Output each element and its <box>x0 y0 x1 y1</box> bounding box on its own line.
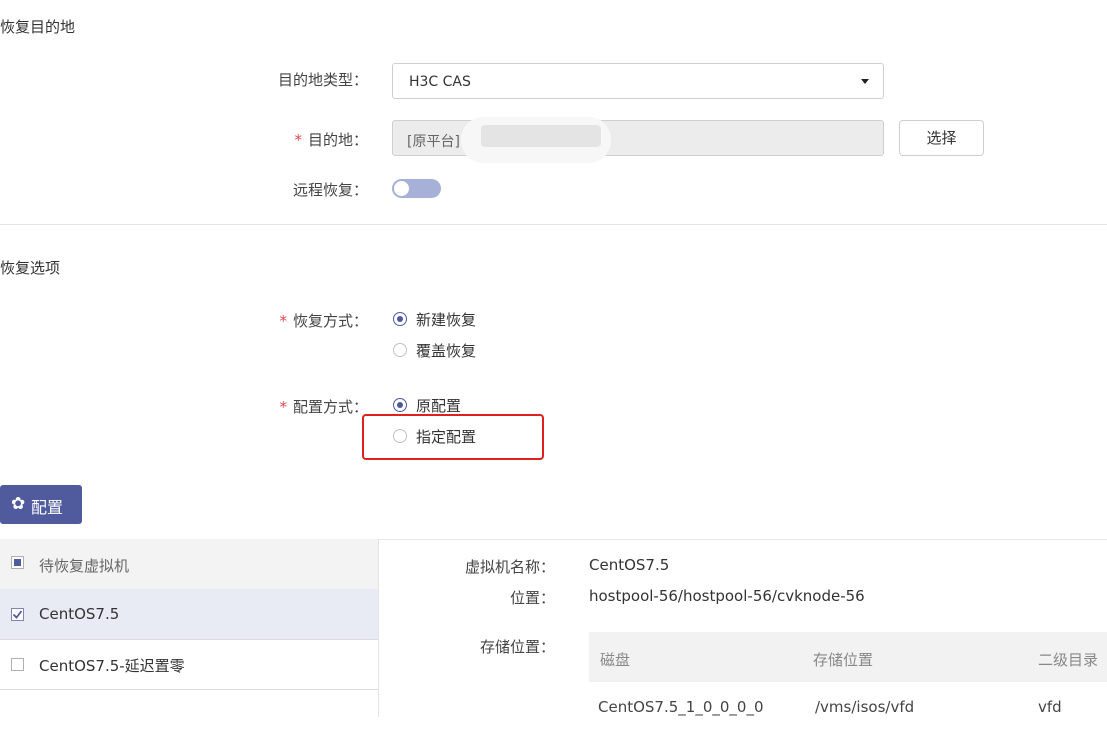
config-button[interactable]: ✿ 配置 <box>0 485 82 524</box>
config-method-label: * 配置方式： <box>279 398 368 416</box>
radio-original-config[interactable] <box>393 398 407 412</box>
highlight-box <box>362 414 544 460</box>
table-cell-storage: /vms/isos/vfd <box>815 698 915 716</box>
storage-location-label: 存储位置： <box>479 638 555 656</box>
dest-type-label: 目的地类型： <box>277 71 368 89</box>
required-mark: * <box>279 312 287 330</box>
dest-field: [原平台] <box>392 117 884 163</box>
row-divider <box>0 639 378 640</box>
vm-name-value: CentOS7.5 <box>589 556 670 574</box>
panel-divider <box>378 539 379 717</box>
table-cell-disk: CentOS7.5_1_0_0_0_0 <box>598 698 764 716</box>
table-cell-subdir: vfd <box>1038 698 1062 716</box>
remote-restore-label: 远程恢复： <box>292 181 368 199</box>
section-title-destination: 恢复目的地 <box>0 18 76 36</box>
vm-item-label[interactable]: CentOS7.5 <box>39 605 119 623</box>
option-original-config[interactable]: 原配置 <box>416 395 461 416</box>
vm-list-header-label: 待恢复虚拟机 <box>39 557 130 575</box>
option-new-restore[interactable]: 新建恢复 <box>416 309 476 330</box>
column-header-disk: 磁盘 <box>600 651 631 669</box>
dest-label: * 目的地： <box>294 131 368 149</box>
gear-icon: ✿ <box>11 494 26 514</box>
redacted-text <box>481 125 601 147</box>
vm-checkbox-1[interactable] <box>11 608 24 621</box>
vm-item-label[interactable]: CentOS7.5-延迟置零 <box>39 655 185 676</box>
column-header-subdir: 二级目录 <box>1038 651 1099 669</box>
vm-name-label: 虚拟机名称： <box>464 558 555 576</box>
choose-button[interactable]: 选择 <box>899 120 984 156</box>
dest-type-select[interactable]: H3C CAS <box>392 63 884 99</box>
row-divider <box>0 689 378 690</box>
dest-value: [原平台] <box>407 134 460 150</box>
location-value: hostpool-56/hostpool-56/cvknode-56 <box>589 587 865 605</box>
column-header-storage: 存储位置 <box>813 651 874 669</box>
vm-checkbox-2[interactable] <box>11 658 24 671</box>
radio-overwrite-restore[interactable] <box>393 343 407 357</box>
required-mark: * <box>279 398 287 416</box>
section-divider <box>0 224 1107 225</box>
toggle-knob <box>394 181 409 196</box>
check-icon <box>12 610 23 619</box>
radio-new-restore[interactable] <box>393 312 407 326</box>
option-overwrite-restore[interactable]: 覆盖恢复 <box>416 340 476 361</box>
restore-method-label: * 恢复方式： <box>279 312 368 330</box>
caret-down-icon <box>861 79 869 84</box>
required-mark: * <box>294 131 302 149</box>
details-top-border <box>378 539 1107 540</box>
config-button-label: 配置 <box>31 498 64 517</box>
dest-type-value: H3C CAS <box>409 74 471 90</box>
section-title-options: 恢复选项 <box>0 259 61 277</box>
select-all-checkbox[interactable] <box>11 556 24 569</box>
location-label: 位置： <box>509 589 555 607</box>
remote-restore-toggle[interactable] <box>392 179 441 198</box>
